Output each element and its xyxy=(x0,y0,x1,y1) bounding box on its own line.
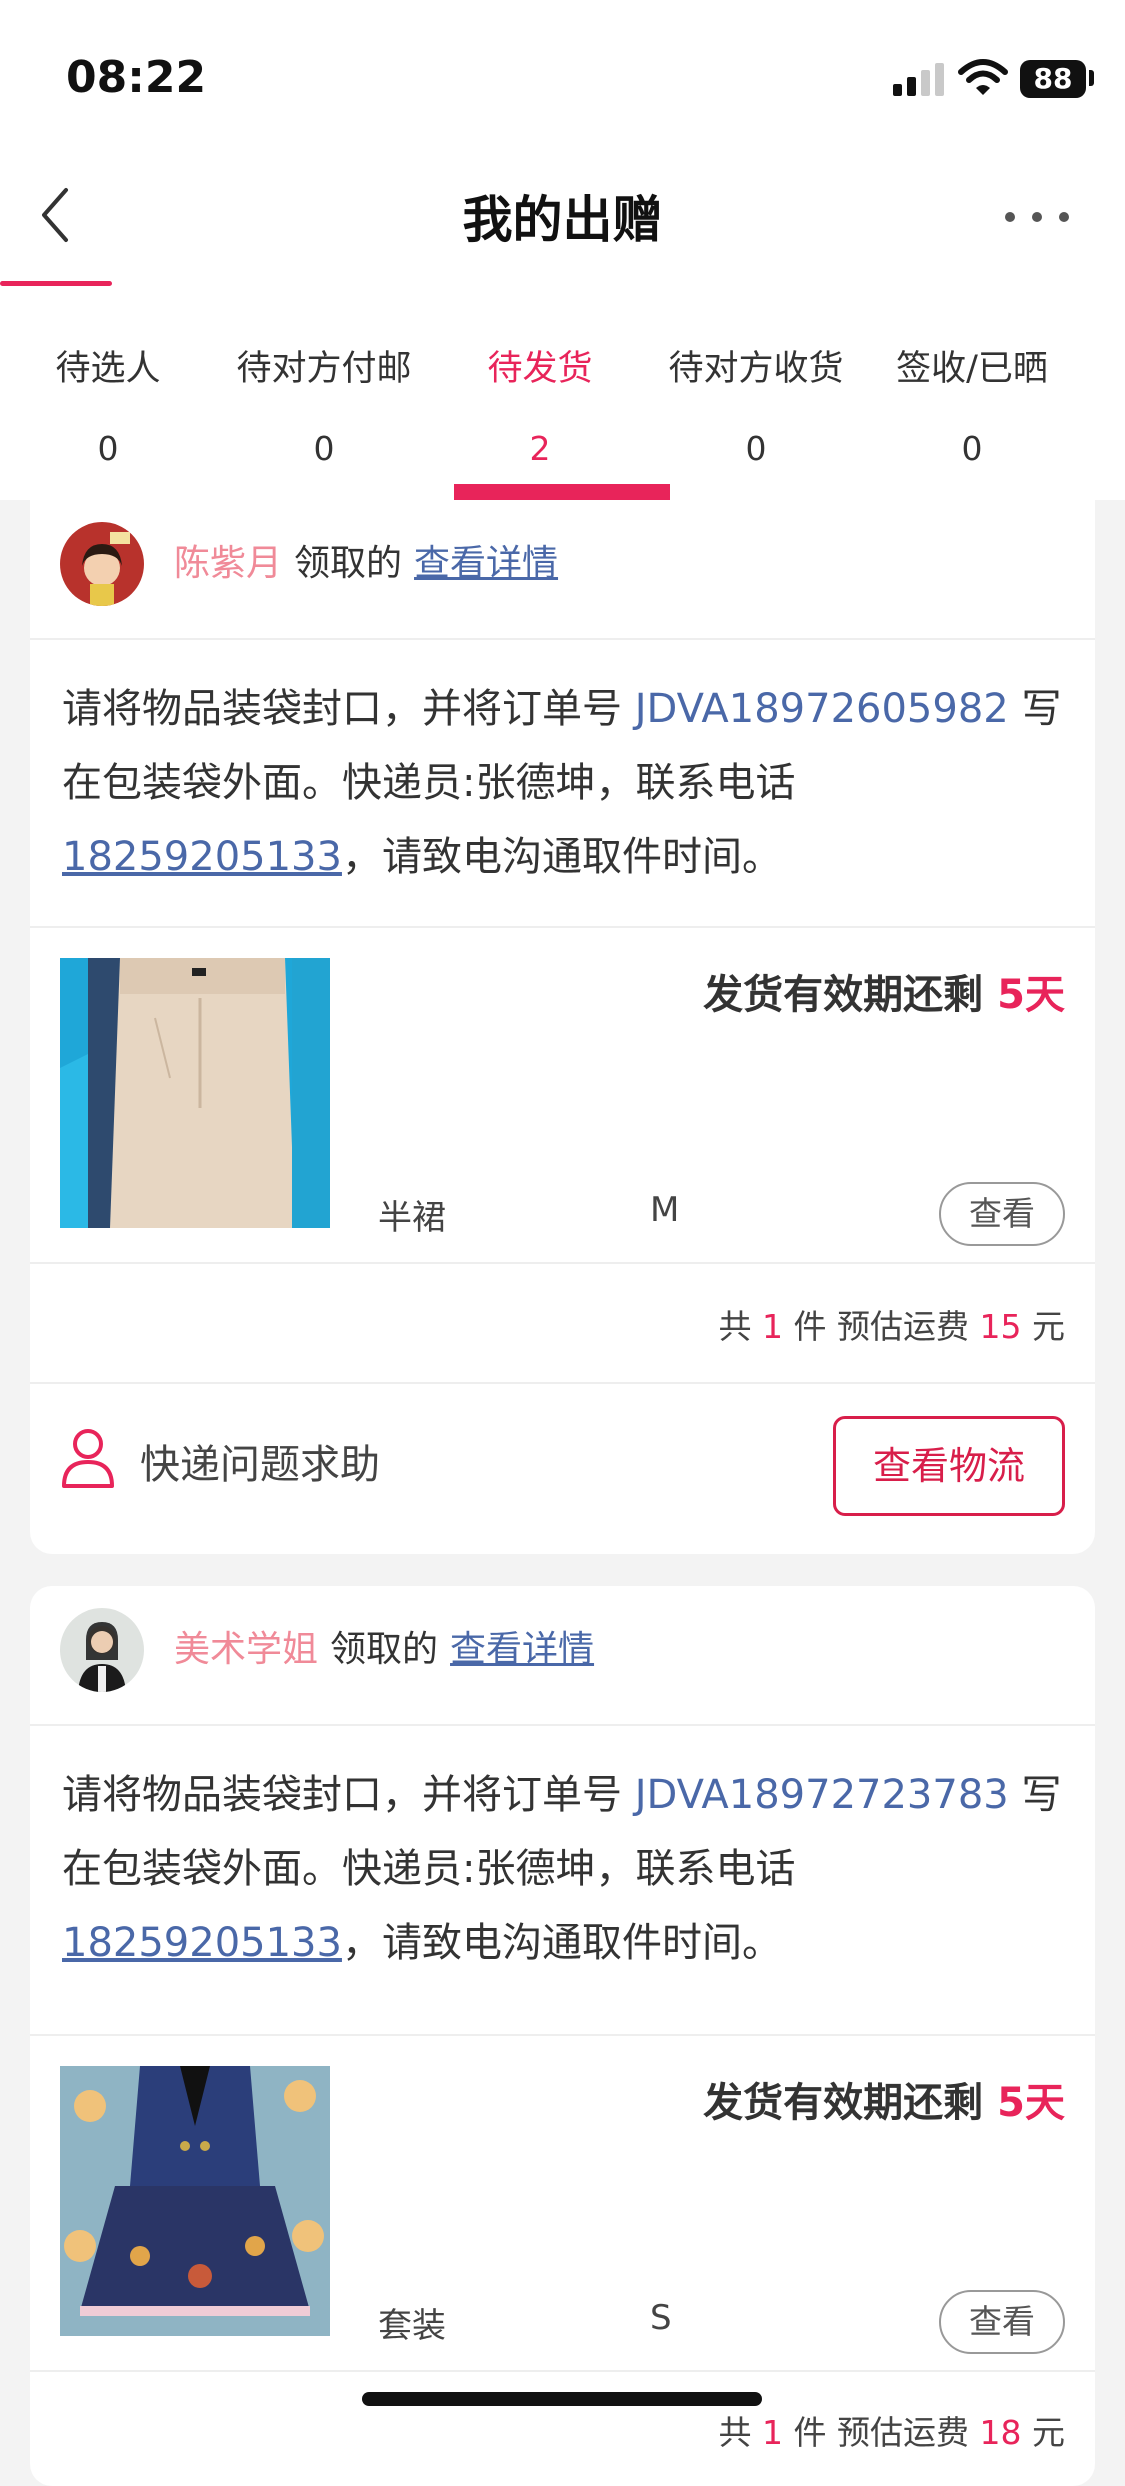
divider xyxy=(30,638,1095,640)
view-details-link[interactable]: 查看详情 xyxy=(450,1629,594,1670)
item-count: 1 xyxy=(762,1307,783,1346)
shipping-instructions: 请将物品装袋封口，并将订单号 JDVA18972723783 写在包装袋外面。快… xyxy=(62,1758,1072,1980)
page-title: 我的出赠 xyxy=(462,191,663,249)
deadline-label: 发货有效期还剩 xyxy=(703,972,984,1018)
battery-icon: 88 xyxy=(1020,60,1086,98)
shipping-fee: 15 xyxy=(979,1307,1022,1346)
tab-pending-select[interactable]: 待选人 0 xyxy=(0,330,216,500)
ship-deadline: 发货有效期还剩 5天 xyxy=(703,962,1065,1020)
avatar[interactable] xyxy=(60,1608,144,1692)
tab-count: 0 xyxy=(745,429,767,468)
more-dot-icon xyxy=(1032,212,1042,222)
status-tabs: 待选人 0 待对方付邮 0 待发货 2 待对方收货 0 签收/已晒 0 xyxy=(0,330,1125,500)
wifi-icon xyxy=(958,59,1008,95)
order-summary: 共 1 件 预估运费 15 元 xyxy=(719,1300,1066,1348)
item-name: 半裙 xyxy=(378,1198,446,1238)
active-tab-indicator xyxy=(454,484,670,500)
recipient-name[interactable]: 美术学姐 xyxy=(174,1629,318,1670)
item-thumbnail[interactable] xyxy=(60,958,330,1228)
item-name: 套装 xyxy=(378,2306,446,2346)
order-summary: 共 1 件 预估运费 18 元 xyxy=(719,2406,1066,2454)
claim-text: 领取的 xyxy=(294,543,403,584)
tab-count: 0 xyxy=(313,429,335,468)
courier-phone-link[interactable]: 18259205133 xyxy=(62,834,342,880)
tab-label: 待对方付邮 xyxy=(236,349,412,389)
signal-icon xyxy=(893,62,945,96)
more-button[interactable] xyxy=(1005,195,1069,239)
instruction-text: 请将物品装袋封口，并将订单号 xyxy=(62,1772,635,1818)
deadline-label: 发货有效期还剩 xyxy=(703,2080,984,2126)
divider xyxy=(30,2370,1095,2372)
tab-pending-postage[interactable]: 待对方付邮 0 xyxy=(216,330,432,500)
back-underline xyxy=(0,281,112,286)
recipient-name[interactable]: 陈紫月 xyxy=(174,543,282,584)
deadline-days: 5天 xyxy=(997,972,1065,1018)
order-card-header: 陈紫月 领取的 查看详情 xyxy=(30,500,1095,638)
person-icon xyxy=(62,1429,114,1488)
order-number: JDVA18972605982 xyxy=(634,686,1009,732)
summary-text: 件 预估运费 xyxy=(793,1307,970,1346)
divider xyxy=(30,926,1095,928)
order-card-header: 美术学姐 领取的 查看详情 xyxy=(30,1586,1095,1724)
tab-pending-receipt[interactable]: 待对方收货 0 xyxy=(648,330,864,500)
tab-pending-shipment[interactable]: 待发货 2 xyxy=(432,330,648,500)
tab-label: 待对方收货 xyxy=(668,349,844,389)
more-dot-icon xyxy=(1005,212,1015,222)
avatar[interactable] xyxy=(60,522,144,606)
view-details-link[interactable]: 查看详情 xyxy=(414,543,558,584)
view-logistics-button[interactable]: 查看物流 xyxy=(833,1416,1065,1516)
tab-received[interactable]: 签收/已晒 0 xyxy=(864,330,1080,500)
item-count: 1 xyxy=(762,2413,783,2452)
home-indicator xyxy=(362,2392,762,2406)
order-card: 美术学姐 领取的 查看详情 请将物品装袋封口，并将订单号 JDVA189727237… xyxy=(30,1586,1095,2486)
order-header-text: 陈紫月 领取的 查看详情 xyxy=(174,534,558,586)
tab-count: 0 xyxy=(97,429,119,468)
item-size: M xyxy=(650,1190,680,1230)
summary-text: 件 预估运费 xyxy=(793,2413,970,2452)
deadline-days: 5天 xyxy=(997,2080,1065,2126)
shipping-instructions: 请将物品装袋封口，并将订单号 JDVA18972605982 写在包装袋外面。快… xyxy=(62,672,1072,894)
divider xyxy=(30,1262,1095,1264)
tab-count: 0 xyxy=(961,429,983,468)
divider xyxy=(30,1724,1095,1726)
order-number: JDVA18972723783 xyxy=(634,1772,1009,1818)
instruction-text: 请将物品装袋封口，并将订单号 xyxy=(62,686,635,732)
courier-phone-link[interactable]: 18259205133 xyxy=(62,1920,342,1966)
summary-text: 共 xyxy=(718,2413,752,2452)
summary-text: 元 xyxy=(1032,2413,1065,2452)
divider xyxy=(30,1382,1095,1384)
summary-text: 元 xyxy=(1032,1307,1065,1346)
divider xyxy=(30,2034,1095,2036)
shipping-fee: 18 xyxy=(979,2413,1022,2452)
order-header-text: 美术学姐 领取的 查看详情 xyxy=(174,1620,594,1672)
claim-text: 领取的 xyxy=(330,1629,439,1670)
ship-deadline: 发货有效期还剩 5天 xyxy=(703,2070,1065,2128)
summary-text: 共 xyxy=(718,1307,752,1346)
tab-label: 待发货 xyxy=(487,349,593,389)
instruction-text: ，请致电沟通取件时间。 xyxy=(341,834,782,880)
item-thumbnail[interactable] xyxy=(60,2066,330,2336)
instruction-text: ，请致电沟通取件时间。 xyxy=(341,1920,782,1966)
tab-label: 签收/已晒 xyxy=(896,349,1048,389)
tab-label: 待选人 xyxy=(55,349,161,389)
view-item-button[interactable]: 查看 xyxy=(939,2290,1065,2354)
more-dot-icon xyxy=(1059,212,1069,222)
item-size: S xyxy=(650,2298,672,2338)
order-card: 陈紫月 领取的 查看详情 请将物品装袋封口，并将订单号 JDVA1897260598… xyxy=(30,500,1095,1554)
view-item-button[interactable]: 查看 xyxy=(939,1182,1065,1246)
status-time: 08:22 xyxy=(66,52,207,103)
battery-tip xyxy=(1089,70,1094,86)
courier-help-link[interactable]: 快递问题求助 xyxy=(140,1432,380,1490)
tab-count: 2 xyxy=(529,429,551,468)
